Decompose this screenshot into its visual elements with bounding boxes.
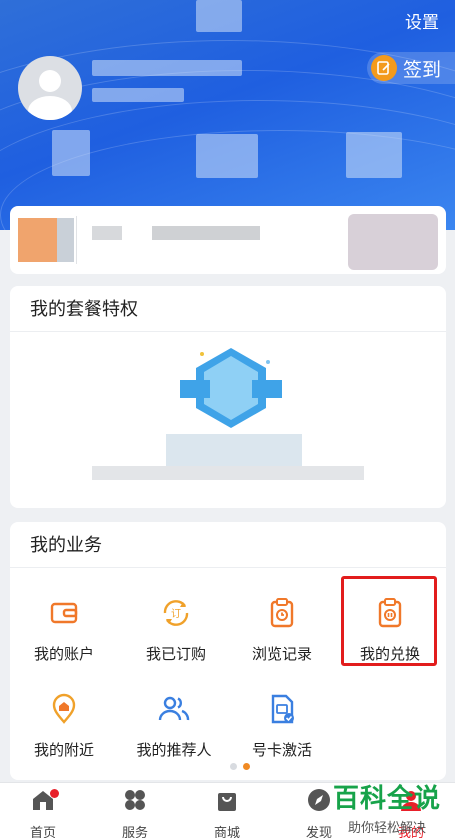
stat-redacted [346,132,402,178]
compass-icon [308,789,330,811]
notification-dot [50,789,59,798]
services-title: 我的业务 [10,522,446,568]
stat-redacted [196,134,258,178]
badge-illustration-icon [180,348,282,428]
signin-label: 签到 [402,59,441,81]
redacted-block [196,0,242,32]
username-redacted [92,60,242,76]
redacted-text [166,434,302,468]
svg-text:订: 订 [171,608,181,620]
location-pin-icon [52,693,76,724]
users-icon [158,696,190,721]
service-my-account[interactable]: 我的账户 [14,596,114,664]
redacted-image [348,214,438,270]
redacted-text [92,226,122,240]
highlight-box [341,576,437,666]
page-indicator [230,763,250,770]
divider [76,216,77,264]
service-my-referrer[interactable]: 我的推荐人 [124,692,224,760]
phone-redacted [92,88,184,102]
watermark-logo: 百科全说 助你轻松解决 [332,783,441,835]
subscribed-icon: 订 [163,600,189,626]
redacted-image [18,218,74,262]
shopping-bag-icon [218,793,236,811]
package-title: 我的套餐特权 [10,286,446,332]
tab-mall[interactable]: 商城 [192,787,262,838]
grid-icon [125,790,145,810]
settings-link[interactable]: 设置 [405,8,439,33]
page-dot-active[interactable] [243,763,250,770]
redacted-text [152,226,260,240]
tab-home[interactable]: 首页 [8,787,78,838]
signin-button[interactable]: 签到 [366,52,455,84]
service-browse-history[interactable]: 浏览记录 [232,596,332,664]
avatar[interactable] [18,56,82,120]
sim-card-icon [271,694,294,724]
stat-redacted [52,130,90,176]
clipboard-clock-icon [270,598,294,628]
package-privileges-card: 我的套餐特权 [10,286,446,508]
redacted-text [92,466,364,480]
pencil-square-icon [370,55,397,81]
service-subscribed[interactable]: 订 我已订购 [126,596,226,664]
service-sim-activation[interactable]: 号卡激活 [232,692,332,760]
wallet-icon [50,602,78,624]
account-summary-card[interactable] [10,206,446,274]
page-dot[interactable] [230,763,237,770]
tab-services[interactable]: 服务 [100,787,170,838]
service-nearby[interactable]: 我的附近 [14,692,114,760]
